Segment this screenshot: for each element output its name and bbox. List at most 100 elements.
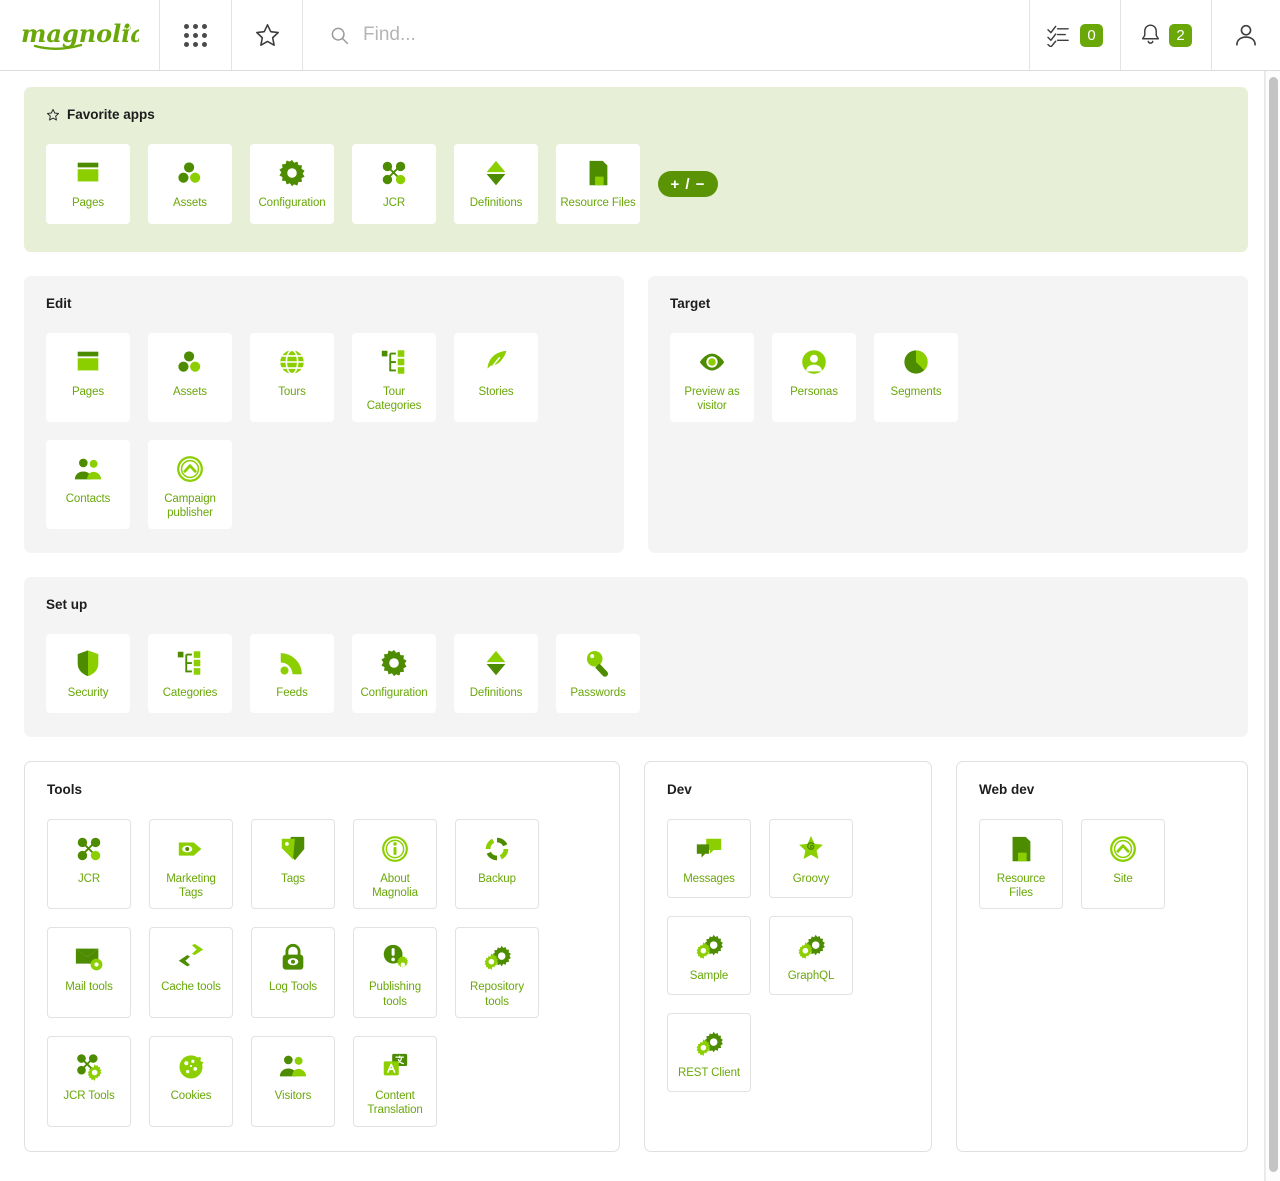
- app-tile-feeds[interactable]: Feeds: [250, 633, 334, 713]
- app-tile-label: Sample: [689, 969, 729, 982]
- app-tile-security[interactable]: Security: [46, 633, 130, 713]
- app-tile-jcr-tools[interactable]: JCR Tools: [47, 1036, 131, 1127]
- app-tile-definitions[interactable]: Definitions: [454, 144, 538, 224]
- app-tile-label: Contacts: [65, 492, 111, 505]
- app-tile-marketing-tags[interactable]: Marketing Tags: [149, 818, 233, 910]
- feather-icon: [481, 345, 511, 379]
- group-panel-dev: Dev Messages Groovy Sample GraphQL REST …: [644, 760, 932, 1152]
- app-tile-log-tools[interactable]: Log Tools: [251, 927, 335, 1018]
- app-tile-label: Configuration: [258, 197, 326, 209]
- app-tile-passwords[interactable]: Passwords: [556, 633, 640, 713]
- group-panel-webdev: Web dev Resource Files Site: [956, 760, 1248, 1152]
- app-tile-definitions[interactable]: Definitions: [454, 633, 538, 713]
- notifications-button[interactable]: 2: [1121, 0, 1212, 70]
- app-tile-pages[interactable]: Pages: [46, 144, 130, 224]
- app-tile-label: JCR: [77, 872, 101, 885]
- app-tile-cookies[interactable]: Cookies: [149, 1036, 233, 1127]
- scrollbar-thumb[interactable]: [1269, 77, 1278, 1172]
- favorites-edit-toggle[interactable]: + / −: [658, 171, 718, 197]
- app-tile-content-translation[interactable]: Content Translation: [353, 1036, 437, 1127]
- app-tile-resource-files[interactable]: Resource Files: [556, 144, 640, 224]
- global-search[interactable]: [303, 0, 1030, 70]
- apps-dashboard: Favorite apps Pages Assets Configuration…: [0, 71, 1272, 1152]
- favorites-button[interactable]: [232, 0, 303, 70]
- jcr-nodes-icon: [74, 832, 104, 866]
- app-tile-contacts[interactable]: Contacts: [46, 439, 130, 529]
- gear-icon: [277, 156, 307, 190]
- favorite-apps-panel: Favorite apps Pages Assets Configuration…: [24, 87, 1248, 252]
- group-tiles-target: Preview as visitor Personas Segments: [670, 333, 1226, 422]
- app-grid-icon: [184, 23, 207, 47]
- app-tile-about-magnolia[interactable]: About Magnolia: [353, 818, 437, 910]
- app-tile-label: Configuration: [360, 686, 428, 699]
- svg-text:®: ®: [124, 23, 131, 33]
- app-tile-sample[interactable]: Sample: [667, 915, 751, 995]
- app-tile-rest-client[interactable]: REST Client: [667, 1012, 751, 1092]
- app-tile-label: JCR Tools: [63, 1090, 115, 1102]
- favorite-apps-tiles: Pages Assets Configuration JCR Definitio…: [46, 144, 640, 224]
- app-tile-label: REST Client: [678, 1066, 740, 1079]
- backup-refresh-icon: [482, 832, 512, 866]
- app-tile-groovy[interactable]: Groovy: [769, 818, 853, 898]
- app-tile-label: Site: [1113, 872, 1133, 885]
- apps-launcher-button[interactable]: [160, 0, 232, 70]
- app-tile-resource-files[interactable]: Resource Files: [979, 818, 1063, 910]
- app-tile-assets[interactable]: Assets: [148, 333, 232, 422]
- publishing-gear-icon: [380, 940, 410, 974]
- app-tile-assets[interactable]: Assets: [148, 144, 232, 224]
- app-tile-cache-tools[interactable]: Cache tools: [149, 927, 233, 1018]
- definitions-diamond-icon: [481, 156, 511, 190]
- chat-bubbles-icon: [694, 832, 724, 866]
- app-tile-label: Publishing tools: [368, 981, 422, 1008]
- app-tile-jcr[interactable]: JCR: [47, 818, 131, 910]
- tags-icon: [278, 832, 308, 866]
- app-tile-label: Definitions: [469, 197, 523, 209]
- app-tile-campaign-publisher[interactable]: Campaign publisher: [148, 439, 232, 529]
- app-tile-configuration[interactable]: Configuration: [352, 633, 436, 713]
- app-tile-categories[interactable]: Categories: [148, 633, 232, 713]
- app-tile-segments[interactable]: Segments: [874, 333, 958, 422]
- group-title-setup: Set up: [46, 596, 88, 612]
- group-panel-setup: Set up Security Categories Feeds Configu…: [24, 576, 1248, 737]
- star-outline-icon: [46, 108, 60, 121]
- tasks-button[interactable]: 0: [1030, 0, 1121, 70]
- app-tile-label: Messages: [683, 872, 735, 885]
- categories-tree-icon: [175, 646, 205, 680]
- app-tile-label: Content Translation: [367, 1090, 423, 1117]
- pie-chart-icon: [901, 345, 931, 379]
- app-tile-label: Assets: [173, 197, 207, 209]
- app-tile-personas[interactable]: Personas: [772, 333, 856, 422]
- app-tile-tours[interactable]: Tours: [250, 333, 334, 422]
- app-tile-mail-tools[interactable]: Mail tools: [47, 927, 131, 1018]
- app-tile-visitors[interactable]: Visitors: [251, 1036, 335, 1127]
- app-tile-stories[interactable]: Stories: [454, 333, 538, 422]
- app-tile-publishing-tools[interactable]: Publishing tools: [353, 927, 437, 1018]
- app-tile-pages[interactable]: Pages: [46, 333, 130, 422]
- app-tile-repository-tools[interactable]: Repository tools: [455, 927, 539, 1018]
- app-tile-configuration[interactable]: Configuration: [250, 144, 334, 224]
- app-tile-tags[interactable]: Tags: [251, 818, 335, 910]
- vertical-scrollbar[interactable]: [1265, 71, 1280, 1181]
- user-menu-button[interactable]: [1212, 0, 1280, 70]
- magnolia-logo[interactable]: magnolia ®: [0, 0, 160, 70]
- groovy-star-icon: [796, 832, 826, 866]
- app-tile-label: Tour Categories: [366, 386, 422, 413]
- app-tile-tour-categories[interactable]: Tour Categories: [352, 333, 436, 422]
- app-tile-jcr[interactable]: JCR: [352, 144, 436, 224]
- group-tiles-tools: JCR Marketing Tags Tags About Magnolia B…: [47, 818, 597, 1127]
- app-tile-messages[interactable]: Messages: [667, 818, 751, 898]
- app-tile-label: Resource Files: [560, 197, 636, 209]
- app-tile-site[interactable]: Site: [1081, 818, 1165, 910]
- app-tile-backup[interactable]: Backup: [455, 818, 539, 910]
- circle-chevron-up-icon: [175, 452, 205, 486]
- search-icon: [331, 27, 349, 44]
- shield-icon: [73, 646, 103, 680]
- app-tile-label: Log Tools: [268, 981, 318, 994]
- favorite-apps-title: Favorite apps: [67, 107, 155, 122]
- app-tile-graphql[interactable]: GraphQL: [769, 915, 853, 995]
- circle-chevron-up-icon: [1108, 832, 1138, 866]
- app-tile-preview-as-visitor[interactable]: Preview as visitor: [670, 333, 754, 422]
- search-input[interactable]: [363, 24, 993, 46]
- group-tiles-setup: Security Categories Feeds Configuration …: [46, 633, 1226, 713]
- group-title-dev: Dev: [667, 781, 692, 797]
